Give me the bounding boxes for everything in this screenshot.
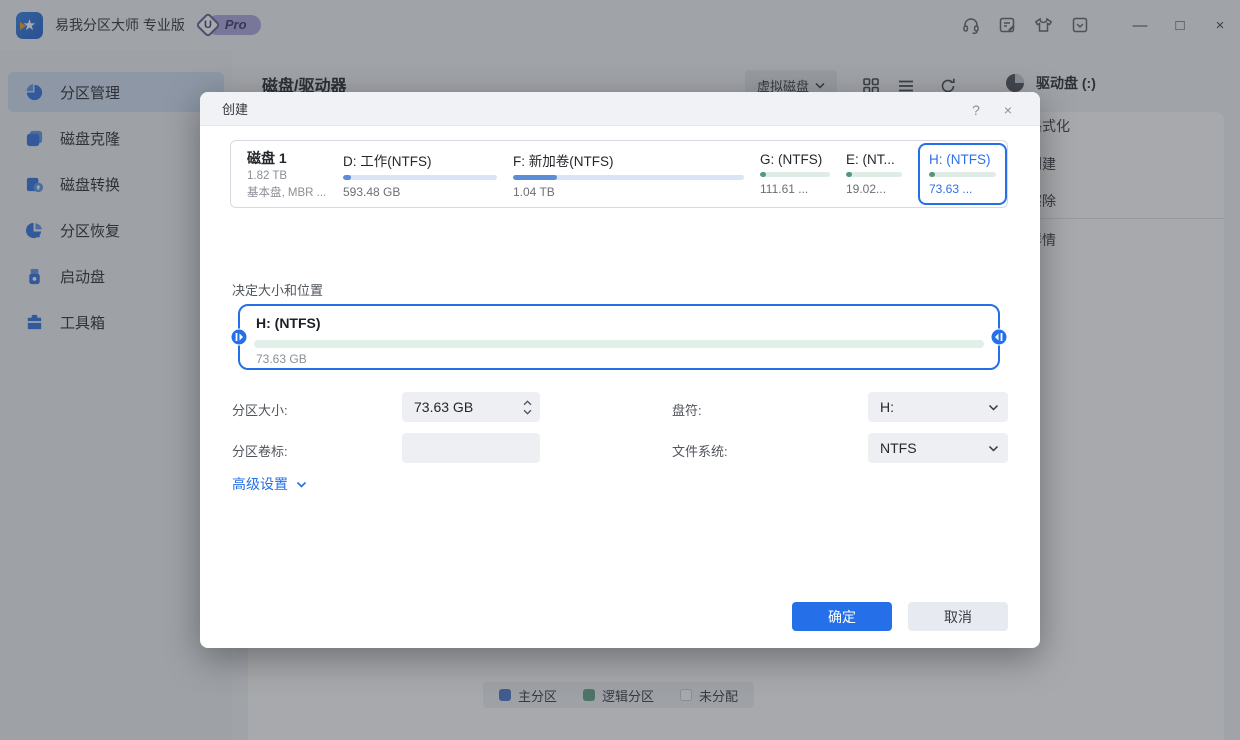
usage-bar — [513, 175, 744, 180]
usage-bar — [929, 172, 996, 177]
partition-cell-h-selected[interactable]: H: (NTFS) 73.63 ... — [918, 143, 1007, 205]
help-icon[interactable]: ? — [966, 100, 986, 120]
disk-info: 磁盘 1 1.82 TB 基本盘, MBR ... — [247, 148, 343, 200]
volume-label-input[interactable] — [402, 433, 540, 463]
disk-type: 基本盘, MBR ... — [247, 184, 343, 200]
partition-cell-e[interactable]: E: (NT... 19.02... — [846, 152, 918, 196]
disk-strip: 磁盘 1 1.82 TB 基本盘, MBR ... D: 工作(NTFS) 59… — [230, 140, 1008, 208]
size-position-box: H: (NTFS) 73.63 GB — [238, 304, 1000, 370]
filesystem-select[interactable]: NTFS — [868, 433, 1008, 463]
partition-cell-f[interactable]: F: 新加卷(NTFS) 1.04 TB — [513, 150, 760, 199]
resize-handle-right[interactable] — [990, 328, 1008, 346]
ok-button[interactable]: 确定 — [792, 602, 892, 631]
drive-letter-select[interactable]: H: — [868, 392, 1008, 422]
drive-letter-label: 盘符: — [672, 400, 702, 419]
partition-extent-bar — [254, 340, 984, 348]
usage-bar — [343, 175, 497, 180]
partition-size-stepper[interactable]: 73.63 GB — [402, 392, 540, 422]
dialog-close-icon[interactable]: × — [998, 100, 1018, 120]
advanced-settings-label: 高级设置 — [232, 474, 288, 494]
selected-partition-size: 73.63 GB — [256, 352, 307, 366]
partition-cell-d[interactable]: D: 工作(NTFS) 593.48 GB — [343, 150, 513, 199]
disk-name: 磁盘 1 — [247, 148, 343, 168]
selected-partition-name: H: (NTFS) — [256, 315, 321, 331]
partition-size-value: 73.63 GB — [402, 399, 523, 415]
dialog-title: 创建 — [222, 99, 248, 118]
chevron-up-icon[interactable] — [523, 400, 532, 406]
dialog-header: 创建 — [200, 92, 1040, 126]
volume-label-label: 分区卷标: — [232, 441, 288, 460]
usage-bar — [760, 172, 830, 177]
advanced-settings-link[interactable]: 高级设置 — [232, 474, 307, 494]
size-section-label: 决定大小和位置 — [232, 280, 323, 299]
drive-letter-value: H: — [868, 399, 988, 415]
filesystem-value: NTFS — [868, 440, 988, 456]
cancel-button[interactable]: 取消 — [908, 602, 1008, 631]
chevron-down-icon — [988, 404, 999, 411]
chevron-down-icon — [296, 481, 307, 488]
resize-handle-left[interactable] — [230, 328, 248, 346]
partition-size-label: 分区大小: — [232, 400, 288, 419]
chevron-down-icon — [988, 445, 999, 452]
partition-cell-g[interactable]: G: (NTFS) 111.61 ... — [760, 152, 846, 196]
filesystem-label: 文件系统: — [672, 441, 728, 460]
usage-bar — [846, 172, 902, 177]
chevron-down-icon[interactable] — [523, 409, 532, 415]
create-dialog: 创建 ? × 磁盘 1 1.82 TB 基本盘, MBR ... D: 工作(N… — [200, 92, 1040, 648]
disk-size: 1.82 TB — [247, 170, 343, 182]
